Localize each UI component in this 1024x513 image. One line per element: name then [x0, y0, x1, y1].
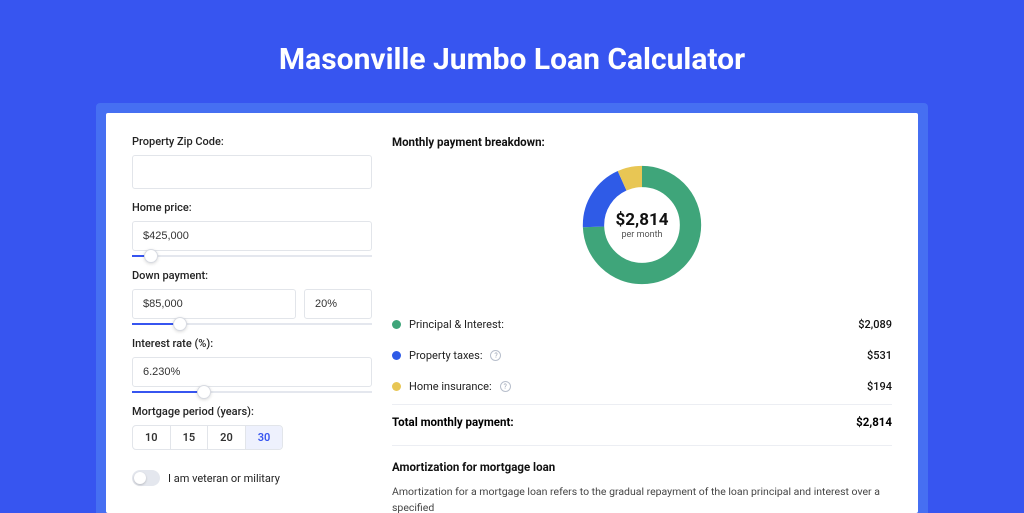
field-interest: Interest rate (%): [132, 337, 372, 393]
loan-form: Property Zip Code: Home price: Down paym… [132, 135, 372, 513]
down-payment-slider[interactable] [132, 323, 372, 325]
down-payment-pct-input[interactable] [304, 289, 372, 319]
field-down-payment: Down payment: [132, 269, 372, 325]
legend-value: $531 [867, 349, 892, 362]
period-pill-20[interactable]: 20 [208, 426, 246, 449]
dot-icon [392, 382, 401, 391]
info-icon[interactable]: ? [490, 350, 501, 361]
dot-icon [392, 351, 401, 360]
field-zip: Property Zip Code: [132, 135, 372, 189]
donut-chart: $2,814 per month [578, 161, 706, 289]
interest-slider-thumb[interactable] [197, 385, 211, 399]
period-pill-15[interactable]: 15 [171, 426, 209, 449]
amortization-title: Amortization for mortgage loan [392, 460, 892, 474]
legend-value: $194 [867, 380, 892, 393]
total-label: Total monthly payment: [392, 415, 514, 429]
legend-label: Property taxes: [409, 349, 482, 362]
amortization-block: Amortization for mortgage loan Amortizat… [392, 445, 892, 513]
total-row: Total monthly payment: $2,814 [392, 404, 892, 439]
zip-input[interactable] [132, 155, 372, 189]
total-value: $2,814 [856, 415, 892, 429]
zip-label: Property Zip Code: [132, 135, 372, 148]
breakdown-panel: Monthly payment breakdown: $2,814 per mo… [392, 135, 892, 513]
interest-input[interactable] [132, 357, 372, 387]
down-payment-label: Down payment: [132, 269, 372, 282]
home-price-label: Home price: [132, 201, 372, 214]
legend-label: Principal & Interest: [409, 318, 504, 331]
down-payment-slider-thumb[interactable] [173, 317, 187, 331]
donut-amount: $2,814 [616, 210, 669, 230]
amortization-text: Amortization for a mortgage loan refers … [392, 484, 892, 513]
donut-center: $2,814 per month [578, 161, 706, 289]
period-pill-30[interactable]: 30 [246, 426, 283, 449]
page-title: Masonville Jumbo Loan Calculator [0, 0, 1024, 103]
home-price-slider-thumb[interactable] [144, 249, 158, 263]
dot-icon [392, 320, 401, 329]
breakdown-title: Monthly payment breakdown: [392, 135, 892, 149]
home-price-input[interactable] [132, 221, 372, 251]
veteran-row: I am veteran or military [132, 470, 372, 486]
veteran-label: I am veteran or military [168, 472, 280, 485]
legend-label: Home insurance: [409, 380, 492, 393]
interest-slider[interactable] [132, 391, 372, 393]
legend-row-taxes: Property taxes: ? $531 [392, 340, 892, 371]
interest-label: Interest rate (%): [132, 337, 372, 350]
calculator-outer: Property Zip Code: Home price: Down paym… [96, 103, 928, 513]
legend-row-principal: Principal & Interest: $2,089 [392, 309, 892, 340]
calculator-card: Property Zip Code: Home price: Down paym… [106, 113, 918, 513]
donut-wrap: $2,814 per month [392, 153, 892, 307]
home-price-slider[interactable] [132, 255, 372, 257]
period-label: Mortgage period (years): [132, 405, 372, 418]
legend-row-insurance: Home insurance: ? $194 [392, 371, 892, 402]
toggle-dot [134, 472, 146, 484]
veteran-toggle[interactable] [132, 470, 160, 486]
period-pills: 10 15 20 30 [132, 425, 283, 450]
field-period: Mortgage period (years): 10 15 20 30 [132, 405, 372, 450]
info-icon[interactable]: ? [500, 381, 511, 392]
period-pill-10[interactable]: 10 [133, 426, 171, 449]
donut-sub: per month [621, 230, 662, 240]
legend-value: $2,089 [858, 318, 892, 331]
down-payment-input[interactable] [132, 289, 296, 319]
field-home-price: Home price: [132, 201, 372, 257]
